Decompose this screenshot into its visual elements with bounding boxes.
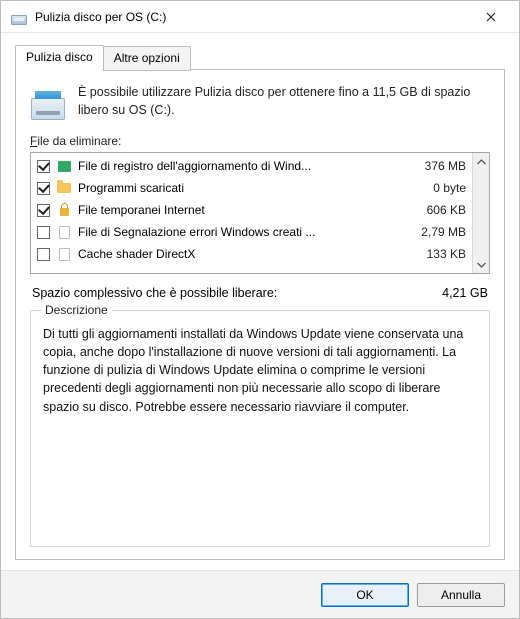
total-row: Spazio complessivo che è possibile liber… [32,286,488,300]
cancel-button[interactable]: Annulla [417,583,505,607]
checkbox[interactable] [37,160,50,173]
button-bar: OK Annulla [1,570,519,618]
scroll-down-button[interactable] [473,256,489,273]
ok-button[interactable]: OK [321,583,409,607]
item-size: 606 KB [402,203,466,217]
files-items: File di registro dell'aggiornamento di W… [31,153,472,273]
list-item[interactable]: Programmi scaricati 0 byte [31,177,472,199]
scrollbar[interactable] [472,153,489,273]
list-item[interactable]: File di Segnalazione errori Windows crea… [31,221,472,243]
checkbox[interactable] [37,248,50,261]
item-name: Programmi scaricati [78,181,396,195]
tab-disk-cleanup[interactable]: Pulizia disco [15,45,104,70]
item-size: 2,79 MB [402,225,466,239]
list-item[interactable]: File di registro dell'aggiornamento di W… [31,155,472,177]
tab-page: È possibile utilizzare Pulizia disco per… [15,69,505,560]
description-group: Descrizione Di tutti gli aggiornamenti i… [30,310,490,547]
window-title: Pulizia disco per OS (C:) [35,10,471,24]
drive-icon [30,84,66,120]
tab-strip: Pulizia disco Altre opzioni [15,45,505,70]
item-size: 133 KB [402,247,466,261]
total-label: Spazio complessivo che è possibile liber… [32,286,277,300]
item-size: 376 MB [402,159,466,173]
folder-icon [56,180,72,196]
item-name: File di registro dell'aggiornamento di W… [78,159,396,173]
file-icon [56,246,72,262]
description-legend: Descrizione [41,303,112,317]
checkbox[interactable] [37,204,50,217]
chevron-down-icon [477,262,486,268]
close-icon [486,12,496,22]
files-label: File da eliminare: [30,134,490,148]
intro-text: È possibile utilizzare Pulizia disco per… [78,84,490,119]
checkbox[interactable] [37,182,50,195]
list-item[interactable]: Cache shader DirectX 133 KB [31,243,472,265]
titlebar: Pulizia disco per OS (C:) [1,1,519,33]
close-button[interactable] [471,3,511,31]
file-icon [56,224,72,240]
list-item[interactable]: File temporanei Internet 606 KB [31,199,472,221]
lock-icon [56,202,72,218]
chevron-up-icon [477,159,486,165]
item-name: File di Segnalazione errori Windows crea… [78,225,396,239]
item-name: Cache shader DirectX [78,247,396,261]
content-area: Pulizia disco Altre opzioni È possibile … [1,33,519,570]
scroll-track[interactable] [473,170,489,256]
tab-more-options[interactable]: Altre opzioni [103,46,191,71]
disk-cleanup-window: Pulizia disco per OS (C:) Pulizia disco … [0,0,520,619]
green-icon [56,158,72,174]
app-icon [11,9,27,25]
item-size: 0 byte [402,181,466,195]
scroll-up-button[interactable] [473,153,489,170]
intro-row: È possibile utilizzare Pulizia disco per… [30,84,490,120]
checkbox[interactable] [37,226,50,239]
item-name: File temporanei Internet [78,203,396,217]
total-value: 4,21 GB [442,286,488,300]
description-text: Di tutti gli aggiornamenti installati da… [43,325,477,416]
files-listbox[interactable]: File di registro dell'aggiornamento di W… [30,152,490,274]
